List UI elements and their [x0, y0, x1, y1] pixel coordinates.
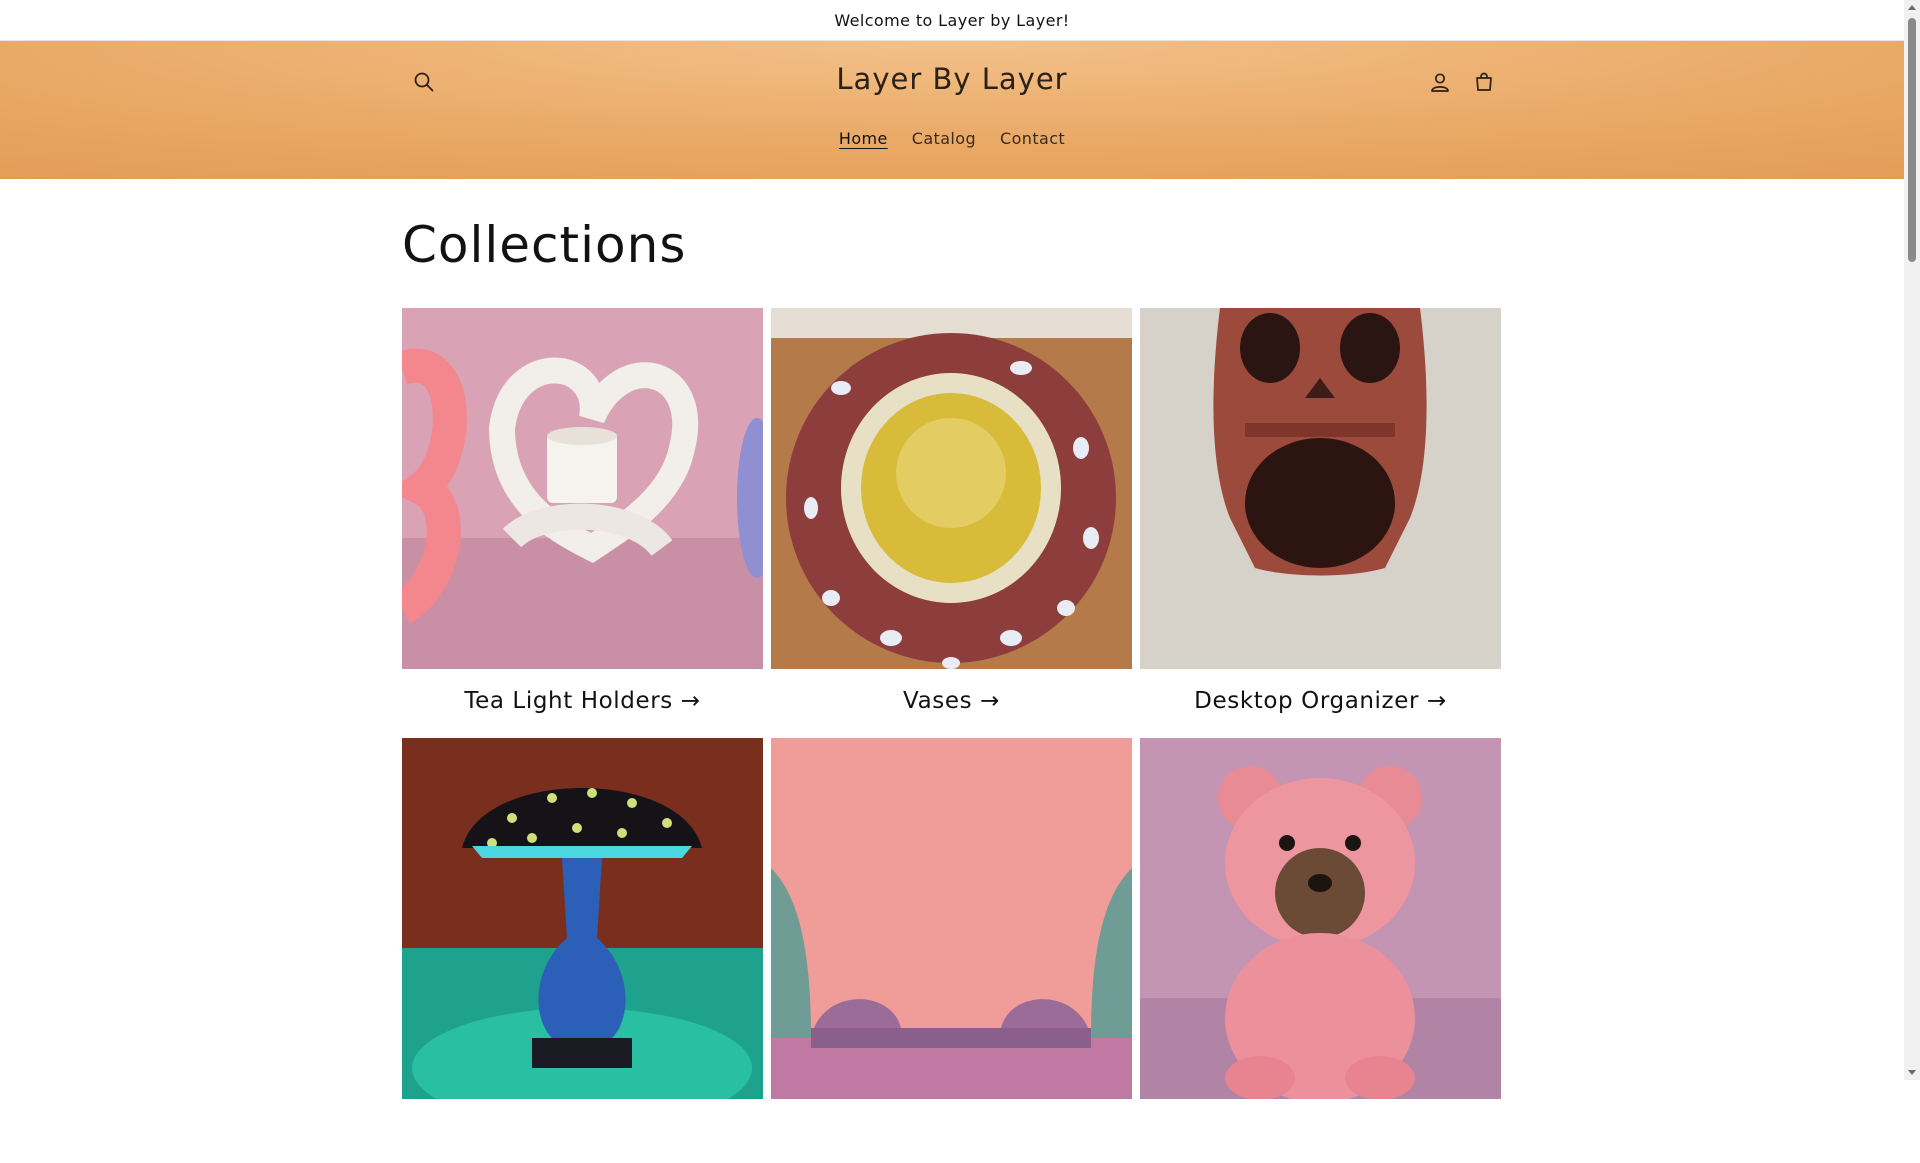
cart-icon[interactable]	[1470, 68, 1498, 96]
collection-image	[1140, 308, 1501, 669]
page-scrollbar[interactable]	[1904, 0, 1920, 1080]
collection-card-tea-light-holders[interactable]: Tea Light Holders →	[402, 308, 763, 733]
account-icon[interactable]	[1426, 68, 1454, 96]
collection-title[interactable]	[771, 1099, 1132, 1163]
collection-title[interactable]: Vases →	[771, 669, 1132, 733]
collection-card-desktop-organizer[interactable]: Desktop Organizer →	[1140, 308, 1501, 733]
collection-title[interactable]: Desktop Organizer →	[1140, 669, 1501, 733]
collection-card-vases[interactable]: Vases →	[771, 308, 1132, 733]
collection-card-mushroom-lamp[interactable]	[402, 738, 763, 1163]
collection-image	[1140, 738, 1501, 1099]
collection-image	[402, 738, 763, 1099]
site-logo[interactable]: Layer By Layer	[0, 62, 1904, 96]
collection-card-rose-bear[interactable]	[1140, 738, 1501, 1163]
announcement-bar: Welcome to Layer by Layer!	[0, 0, 1904, 41]
nav-catalog[interactable]: Catalog	[912, 125, 976, 152]
site-header: Layer By Layer Home Catalog Contact	[0, 41, 1904, 179]
collection-image	[771, 738, 1132, 1099]
scrollbar-thumb[interactable]	[1908, 18, 1916, 262]
collection-image	[402, 308, 763, 669]
collection-image	[771, 308, 1132, 669]
page-title: Collections	[402, 216, 687, 274]
announcement-text: Welcome to Layer by Layer!	[834, 10, 1070, 30]
nav-contact[interactable]: Contact	[1000, 125, 1065, 152]
main-nav: Home Catalog Contact	[0, 125, 1904, 152]
collection-card-bookends[interactable]	[771, 738, 1132, 1163]
collection-title[interactable]	[1140, 1099, 1501, 1163]
collection-title[interactable]: Tea Light Holders →	[402, 669, 763, 733]
collection-title[interactable]	[402, 1099, 763, 1163]
scroll-down-icon[interactable]	[1908, 1070, 1916, 1075]
scroll-up-icon[interactable]	[1908, 5, 1916, 10]
nav-home[interactable]: Home	[839, 125, 888, 152]
